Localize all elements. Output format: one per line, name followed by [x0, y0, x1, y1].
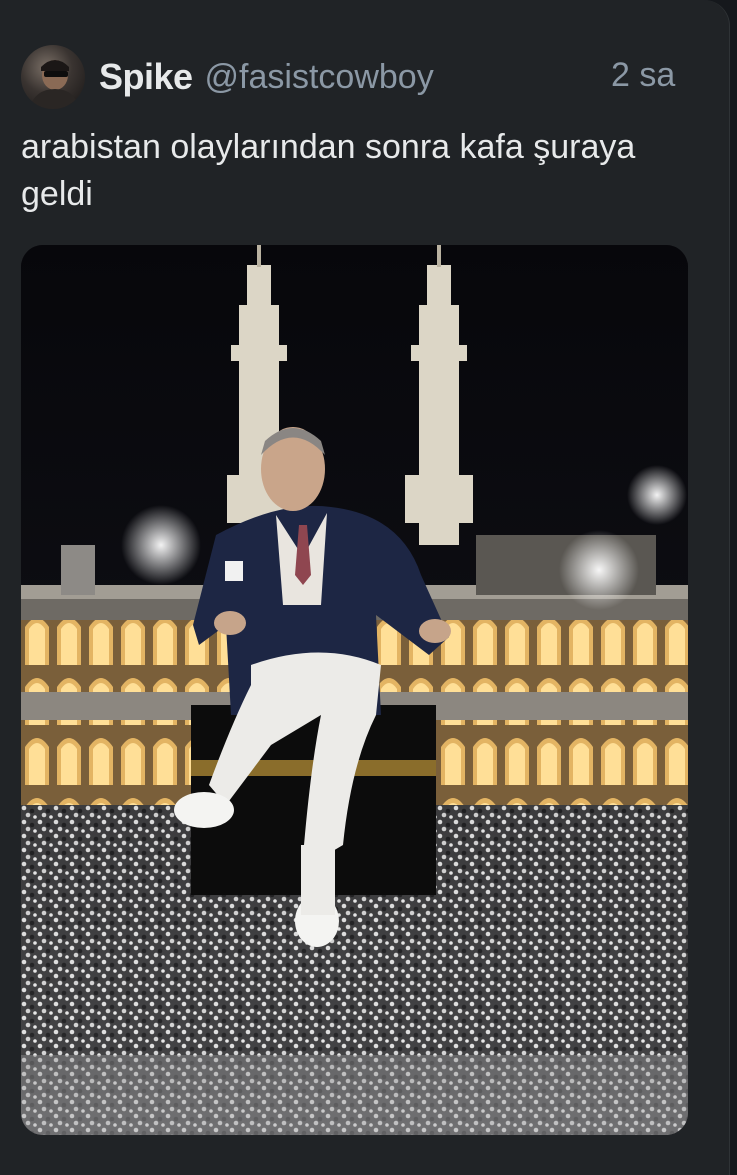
tweet-card[interactable]: Spike @fasistcowboy 2 sa arabistan olayl…: [0, 0, 730, 1175]
tweet-header: Spike @fasistcowboy: [21, 44, 434, 110]
tweet-timestamp[interactable]: 2 sa: [611, 56, 675, 95]
tweet-media[interactable]: [21, 245, 688, 1135]
photo-image-icon: [21, 245, 688, 1135]
user-handle[interactable]: @fasistcowboy: [205, 58, 434, 97]
avatar-photo-icon: [29, 60, 79, 109]
avatar[interactable]: [21, 45, 85, 109]
tweet-text: arabistan olaylarından sonra kafa şuraya…: [21, 128, 636, 213]
display-name[interactable]: Spike: [99, 56, 193, 98]
